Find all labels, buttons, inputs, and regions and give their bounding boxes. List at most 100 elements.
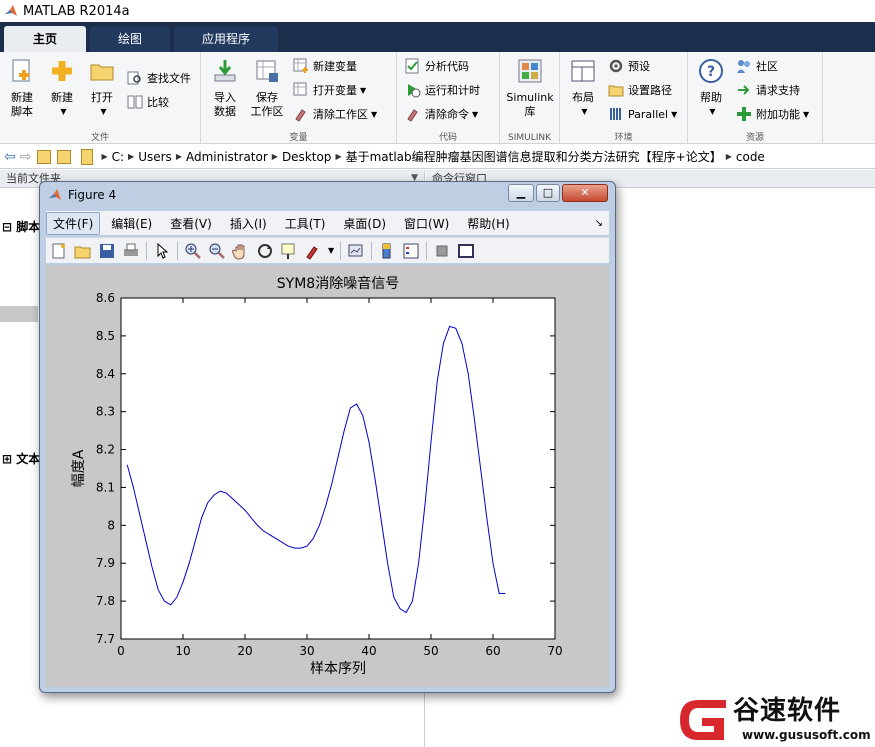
clear-commands-button[interactable]: 清除命令 ▼: [405, 104, 478, 124]
zoom-out-icon[interactable]: [208, 242, 226, 260]
request-support-label: 请求支持: [756, 84, 800, 97]
dock-arrow-icon[interactable]: ↘: [595, 218, 603, 229]
clear-workspace-label: 清除工作区: [313, 108, 368, 121]
chevron-down-icon: ▼: [803, 109, 810, 119]
pan-hand-icon[interactable]: [232, 242, 250, 260]
gear-icon: [609, 59, 623, 73]
menu-window[interactable]: 窗口(W): [397, 212, 456, 235]
brush-icon[interactable]: [304, 242, 322, 260]
tab-home[interactable]: 主页: [4, 26, 86, 52]
parallel-button[interactable]: Parallel ▼: [608, 104, 677, 124]
breadcrumb-segment[interactable]: code: [736, 150, 765, 164]
simulink-library-button[interactable]: Simulink 库: [504, 56, 556, 119]
show-plot-tools-icon[interactable]: [457, 242, 475, 260]
y-tick-label: 7.8: [96, 594, 115, 608]
run-time-button[interactable]: 运行和计时: [405, 80, 480, 100]
link-plot-icon[interactable]: [347, 242, 365, 260]
group-label-environment: 环境: [614, 133, 633, 143]
preferences-label: 预设: [628, 60, 650, 73]
chevron-down-icon: ▼: [472, 109, 479, 119]
save-icon[interactable]: [98, 242, 116, 260]
breadcrumb-separator-icon: ▶: [725, 152, 732, 161]
selected-row[interactable]: [0, 306, 38, 322]
up-folder-icon[interactable]: [37, 149, 52, 164]
close-button[interactable]: ✕: [562, 184, 608, 202]
x-tick-label: 0: [117, 644, 125, 658]
data-cursor-icon[interactable]: [280, 242, 298, 260]
breadcrumb-separator-icon: ▶: [128, 152, 135, 161]
breadcrumb-segment[interactable]: Desktop: [282, 150, 332, 164]
new-variable-button[interactable]: 新建变量: [293, 56, 357, 76]
chevron-down-icon[interactable]: ▼: [328, 246, 334, 255]
minimize-button[interactable]: ▁: [508, 184, 534, 202]
open-file-icon[interactable]: [74, 242, 92, 260]
new-figure-icon[interactable]: [50, 242, 68, 260]
pointer-icon[interactable]: [153, 242, 171, 260]
set-path-button[interactable]: 设置路径: [608, 80, 672, 100]
community-button[interactable]: 社区: [736, 56, 778, 76]
print-icon[interactable]: [122, 242, 140, 260]
tab-apps[interactable]: 应用程序: [174, 26, 278, 52]
group-label-code: 代码: [438, 133, 457, 143]
group-label-variable: 变量: [289, 133, 308, 143]
x-tick-label: 10: [175, 644, 190, 658]
new-button[interactable]: 新建 ▼: [44, 56, 80, 119]
menu-file[interactable]: 文件(F): [46, 211, 101, 235]
simulink-library-label: Simulink 库: [506, 91, 554, 118]
ribbon: 新建 脚本 新建 ▼ 打开 ▼ 查找文件 比较 文件 导入 数据 保存 工作区 …: [0, 52, 875, 144]
compare-icon: [127, 95, 143, 109]
menu-tools[interactable]: 工具(T): [278, 212, 333, 235]
breadcrumb-segment[interactable]: C:: [112, 150, 124, 164]
back-arrow-icon[interactable]: ⇦: [4, 149, 16, 165]
save-workspace-button[interactable]: 保存 工作区: [247, 56, 287, 119]
analyze-code-button[interactable]: 分析代码: [405, 56, 469, 76]
menu-edit[interactable]: 编辑(E): [104, 212, 159, 235]
matlab-logo-icon: [5, 5, 17, 16]
import-data-button[interactable]: 导入 数据: [205, 56, 245, 119]
svg-text:?: ?: [707, 64, 715, 80]
zoom-in-icon[interactable]: [184, 242, 202, 260]
line-chart[interactable]: SYM8消除噪音信号 0 10 20 30 40 50 60 70 7.7 7.8 7.9 8 8.1 8.…: [46, 265, 609, 687]
tree-folder-text[interactable]: ⊞ 文本: [2, 450, 40, 467]
forward-arrow-icon[interactable]: ⇨: [20, 149, 32, 165]
new-script-label: 新建 脚本: [11, 91, 33, 118]
group-label-file: 文件: [90, 133, 109, 143]
find-files-button[interactable]: 查找文件: [127, 68, 191, 88]
chevron-down-icon: ▼: [581, 107, 588, 116]
save-workspace-label: 保存 工作区: [250, 91, 284, 118]
layout-button[interactable]: 布局 ▼: [566, 56, 600, 119]
y-tick-label: 8: [107, 518, 115, 532]
parallel-label: Parallel: [628, 107, 669, 121]
menu-view[interactable]: 查看(V): [163, 212, 219, 235]
clear-workspace-button[interactable]: 清除工作区 ▼: [293, 104, 377, 124]
maximize-button[interactable]: □: [536, 184, 560, 202]
menu-insert[interactable]: 插入(I): [223, 212, 274, 235]
y-axis-label: 幅度A: [71, 449, 87, 487]
rotate-3d-icon[interactable]: [256, 242, 274, 260]
breadcrumb-segment[interactable]: 基于matlab编程肿瘤基因图谱信息提取和分类方法研究【程序+论文】: [346, 148, 722, 165]
legend-icon[interactable]: [402, 242, 420, 260]
tree-folder-scripts[interactable]: ⊟ 脚本: [2, 218, 40, 235]
help-button[interactable]: ? 帮助 ▼: [694, 56, 728, 119]
breadcrumb-separator-icon: ▶: [175, 152, 182, 161]
hide-plot-tools-icon[interactable]: [433, 242, 451, 260]
add-ons-button[interactable]: 附加功能 ▼: [736, 104, 809, 124]
new-script-button[interactable]: 新建 脚本: [4, 56, 40, 119]
figure-canvas: SYM8消除噪音信号 0 10 20 30 40 50 60 70 7.7 7.8 7.9 8 8.1 8.…: [46, 265, 609, 687]
open-variable-button[interactable]: 打开变量 ▼: [293, 80, 366, 100]
breadcrumb-segment[interactable]: Users: [138, 150, 172, 164]
compare-button[interactable]: 比较: [127, 92, 169, 112]
breadcrumb-segment[interactable]: Administrator: [186, 150, 268, 164]
x-tick-label: 50: [423, 644, 438, 658]
help-label: 帮助: [700, 91, 722, 104]
x-axis-label: 样本序列: [310, 661, 366, 677]
x-tick-label: 20: [237, 644, 252, 658]
request-support-button[interactable]: 请求支持: [736, 80, 800, 100]
preferences-button[interactable]: 预设: [608, 56, 650, 76]
menu-help[interactable]: 帮助(H): [460, 212, 516, 235]
menu-desktop[interactable]: 桌面(D): [336, 212, 393, 235]
tab-plots[interactable]: 绘图: [90, 26, 170, 52]
colorbar-icon[interactable]: [378, 242, 396, 260]
open-button[interactable]: 打开 ▼: [84, 56, 120, 119]
browse-folder-icon[interactable]: [57, 149, 72, 164]
